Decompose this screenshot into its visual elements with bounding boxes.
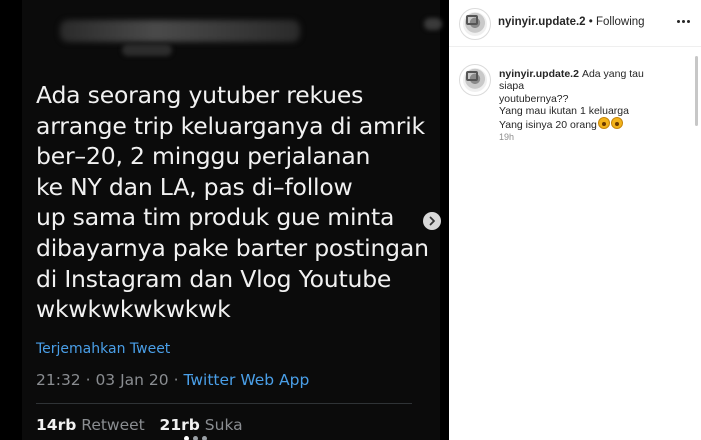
scream-emoji-icon — [610, 117, 623, 130]
tweet-divider — [36, 403, 412, 404]
retweet-count: 14rb — [36, 416, 77, 434]
carousel-dot — [202, 436, 207, 440]
more-icon-dot — [681, 19, 685, 23]
blurred-tweet-icon — [424, 18, 442, 30]
like-label: Suka — [204, 416, 243, 434]
more-icon-dot — [686, 19, 690, 23]
carousel-next-button[interactable] — [423, 212, 441, 230]
caption-line-2: youtubernya?? — [499, 92, 569, 105]
post-caption: nyinyir.update.2 Ada yang tau siapa youtu… — [499, 68, 669, 131]
caption-line-4-wrap: Yang isinya 20 orang — [499, 117, 669, 131]
avatar[interactable] — [459, 8, 491, 40]
carousel-dot — [193, 436, 198, 440]
tweet-stats: 14rb Retweet 21rb Suka — [36, 416, 243, 434]
more-icon — [676, 19, 680, 23]
chevron-right-icon — [429, 216, 435, 226]
carousel-indicator — [182, 428, 209, 440]
more-options-button[interactable] — [675, 13, 691, 29]
post-sidebar: nyinyir.update.2 • Following nyinyir.upd… — [449, 0, 701, 440]
scream-emoji-icon — [597, 117, 610, 130]
post-header: nyinyir.update.2 • Following — [449, 0, 701, 47]
caption-line-4: Yang isinya 20 orang — [499, 119, 597, 132]
tweet-time: 21:32 · 03 Jan 20 · — [36, 371, 184, 389]
avatar-frame — [466, 15, 478, 25]
avatar-frame — [466, 71, 478, 81]
post-time: 19h — [499, 132, 515, 142]
blurred-tweet-author — [60, 20, 300, 42]
caption-line-3: Yang mau ikutan 1 keluarga — [499, 104, 629, 117]
tweet-text: Ada seorang yutuber rekues arrange trip … — [36, 81, 429, 324]
header-separator: • — [585, 16, 596, 28]
translate-tweet-link: Terjemahkan Tweet — [36, 341, 171, 357]
post-image[interactable]: Ada seorang yutuber rekues arrange trip … — [0, 0, 449, 440]
carousel-dot — [184, 436, 189, 440]
header-username[interactable]: nyinyir.update.2 — [498, 16, 586, 28]
retweet-label: Retweet — [81, 416, 145, 434]
caption-avatar[interactable] — [459, 64, 491, 96]
scrollbar[interactable] — [695, 56, 698, 126]
tweet-meta: 21:32 · 03 Jan 20 · Twitter Web App — [36, 371, 309, 389]
header-user: nyinyir.update.2 • Following — [498, 16, 645, 28]
tweet-app: Twitter Web App — [183, 371, 310, 389]
blurred-tweet-handle — [122, 44, 172, 56]
caption-username[interactable]: nyinyir.update.2 — [499, 68, 579, 80]
follow-status-button[interactable]: Following — [596, 16, 645, 28]
